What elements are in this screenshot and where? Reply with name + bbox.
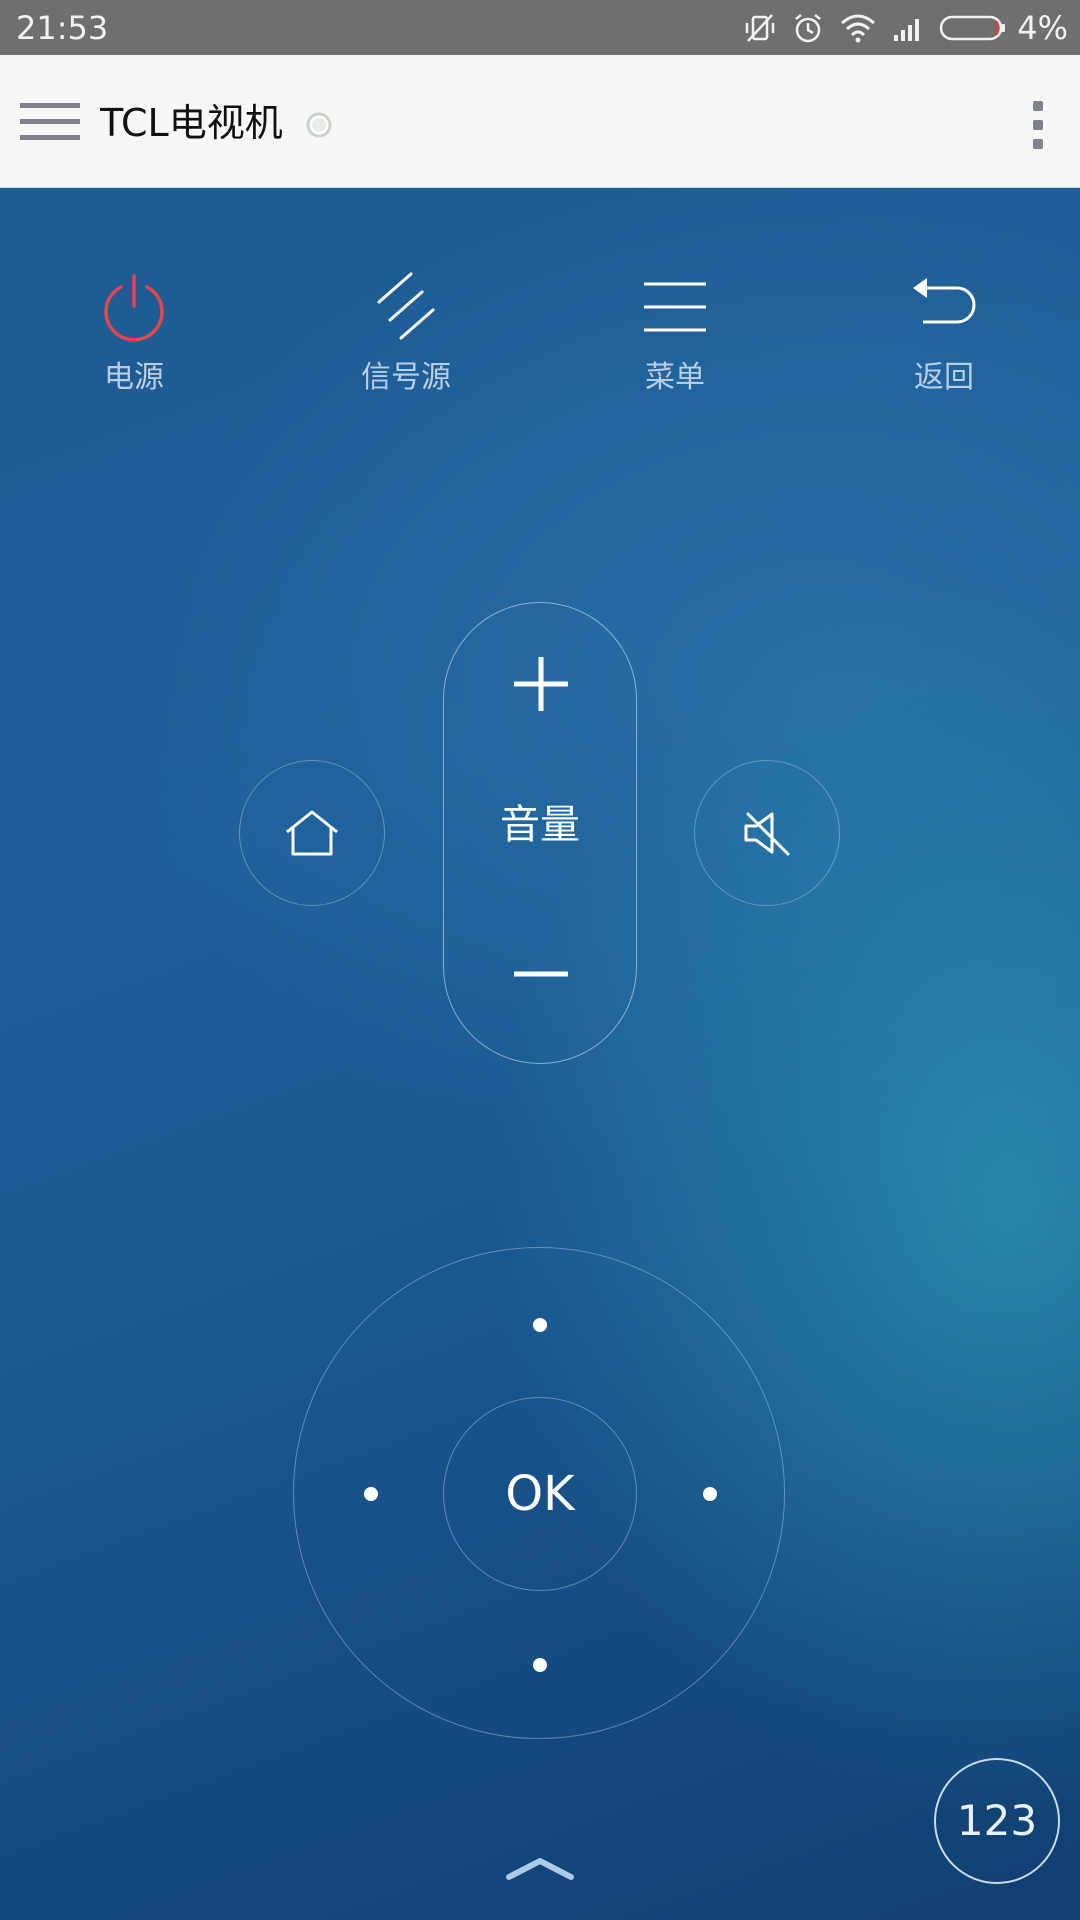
app-bar: TCL电视机 xyxy=(0,55,1080,188)
volume-control: 音量 xyxy=(443,602,637,1064)
battery-icon xyxy=(939,13,1007,43)
power-label: 电源 xyxy=(104,360,164,395)
dpad-down-dot xyxy=(533,1658,547,1672)
wifi-icon xyxy=(839,11,877,45)
mute-icon xyxy=(744,812,790,856)
plus-icon xyxy=(514,657,568,711)
signal-source-icon xyxy=(371,272,441,346)
status-time: 21:53 xyxy=(16,9,109,47)
status-bar: 21:53 4% xyxy=(0,0,1080,55)
numpad-button[interactable]: 123 xyxy=(934,1758,1060,1884)
power-button[interactable]: 电源 xyxy=(39,272,229,402)
mute-button[interactable] xyxy=(694,760,840,906)
dpad-down-button[interactable] xyxy=(490,1615,590,1715)
dpad-up-dot xyxy=(533,1318,547,1332)
home-icon xyxy=(286,810,338,856)
dpad-up-button[interactable] xyxy=(490,1275,590,1375)
dpad-right-dot xyxy=(703,1487,717,1501)
volume-down-button[interactable] xyxy=(491,923,591,1023)
back-icon xyxy=(909,272,979,346)
remote-panel: 电源 信号源 菜单 返回 音量 OK 123 xyxy=(0,188,1080,1920)
screen: 21:53 4% TCL电视机 电源 信号源 菜单 返回 音量 OK 123 xyxy=(0,0,1080,1920)
vibrate-off-icon xyxy=(743,11,777,45)
status-icons: 4% xyxy=(729,0,1068,55)
chevron-up-icon[interactable] xyxy=(503,1853,577,1883)
signal-icon xyxy=(891,11,925,45)
dpad: OK xyxy=(293,1247,785,1739)
volume-label: 音量 xyxy=(500,802,580,848)
home-button[interactable] xyxy=(239,760,385,906)
ok-button[interactable]: OK xyxy=(443,1397,637,1591)
dpad-left-button[interactable] xyxy=(321,1444,421,1544)
minus-icon xyxy=(514,971,568,977)
volume-up-button[interactable] xyxy=(491,633,591,733)
dpad-right-button[interactable] xyxy=(660,1444,760,1544)
signal-source-button[interactable]: 信号源 xyxy=(311,272,501,402)
hamburger-menu-icon[interactable] xyxy=(20,97,80,147)
ok-label: OK xyxy=(505,1466,575,1522)
menu-label: 菜单 xyxy=(645,360,705,395)
battery-percent: 4% xyxy=(1017,8,1068,47)
page-title: TCL电视机 xyxy=(100,101,283,145)
numpad-label: 123 xyxy=(956,1796,1038,1845)
menu-lines-icon xyxy=(640,272,710,346)
power-icon xyxy=(99,272,169,346)
back-button[interactable]: 返回 xyxy=(849,272,1039,402)
signal-source-label: 信号源 xyxy=(361,360,451,395)
alarm-icon xyxy=(791,11,825,45)
more-vert-icon[interactable] xyxy=(1028,97,1048,153)
connection-status-icon xyxy=(306,112,332,138)
menu-button[interactable]: 菜单 xyxy=(580,272,770,402)
back-label: 返回 xyxy=(914,360,974,395)
dpad-left-dot xyxy=(364,1487,378,1501)
